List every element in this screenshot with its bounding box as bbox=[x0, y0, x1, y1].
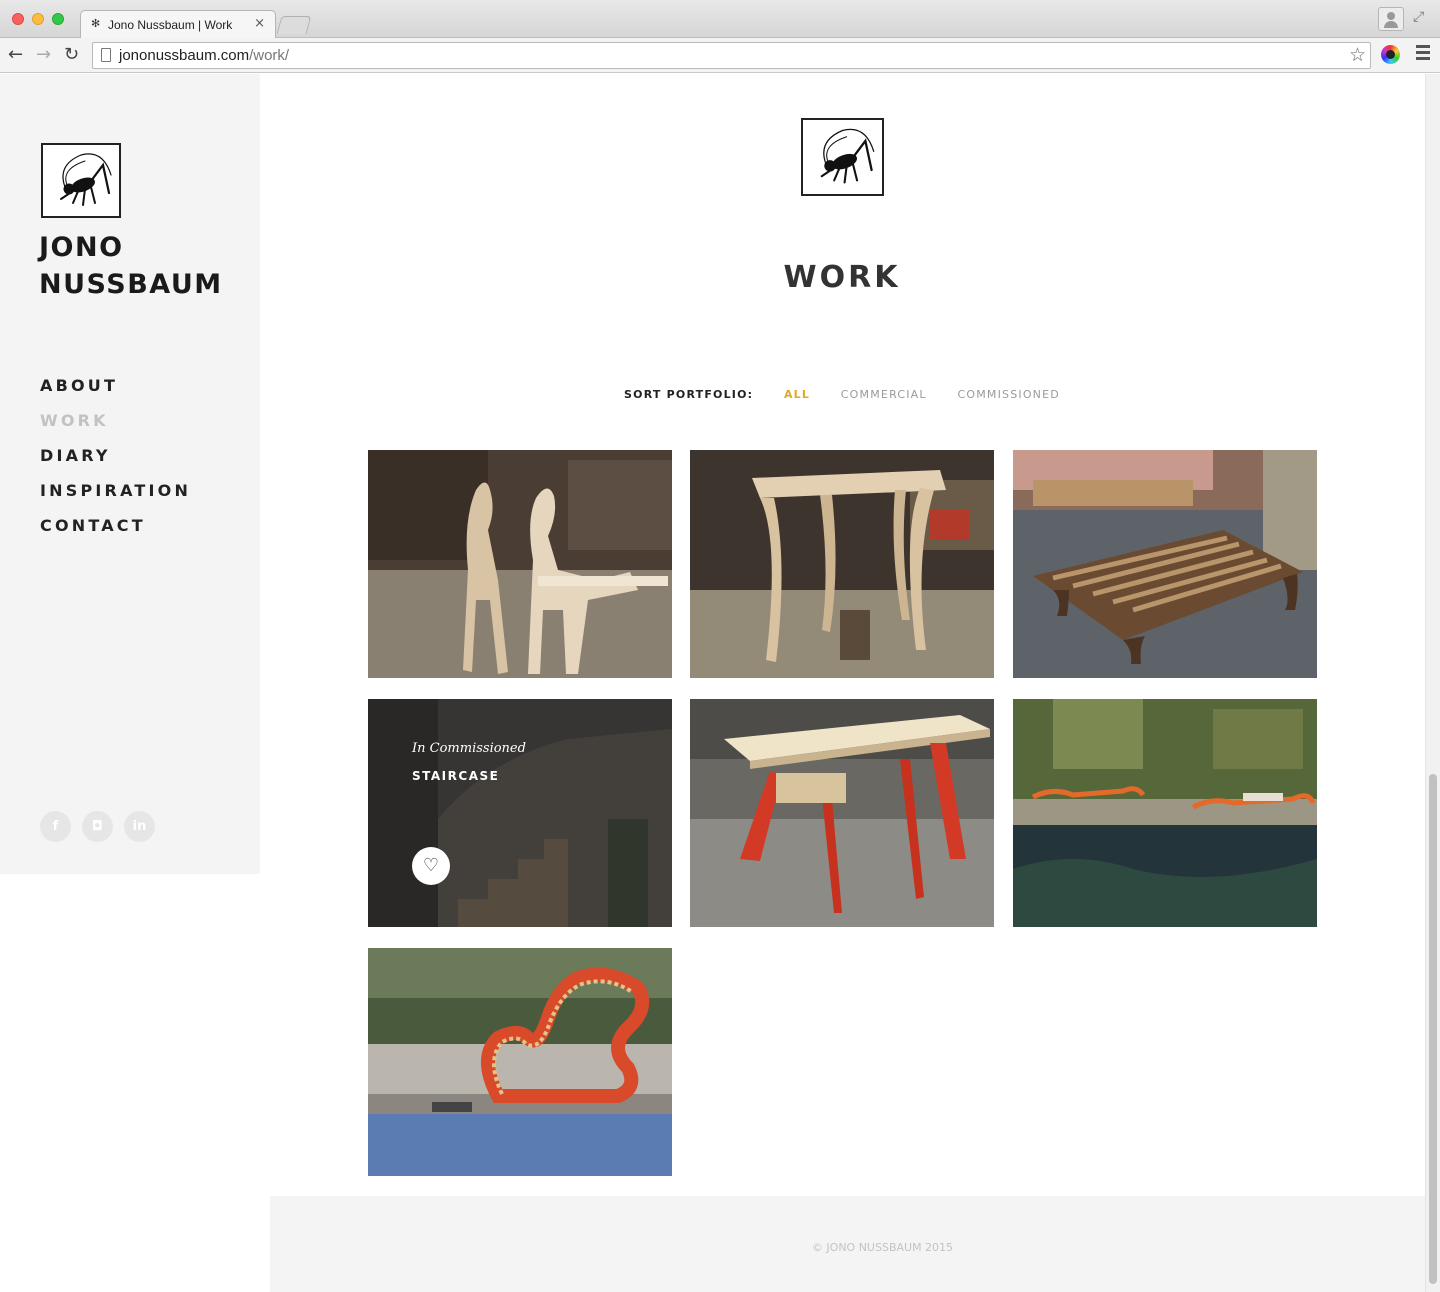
filter-all[interactable]: ALL bbox=[784, 388, 810, 401]
tab-title: Jono Nussbaum | Work bbox=[108, 18, 233, 32]
maximize-window-button[interactable] bbox=[52, 13, 64, 25]
url-text[interactable]: jononussbaum.com/work/ bbox=[119, 47, 289, 64]
filter-commercial[interactable]: COMMERCIAL bbox=[841, 388, 927, 401]
red-curved-chair-image bbox=[368, 948, 672, 1176]
portfolio-item-rocking-horses[interactable] bbox=[368, 450, 672, 678]
url-domain: jononussbaum.com bbox=[119, 47, 250, 64]
linkedin-icon[interactable]: in bbox=[124, 811, 155, 842]
portfolio-item-staircase[interactable]: In Commissioned STAIRCASE ♡ bbox=[368, 699, 672, 927]
forward-arrow-icon[interactable]: → bbox=[36, 44, 51, 65]
portfolio-grid: In Commissioned STAIRCASE ♡ bbox=[368, 450, 1318, 1178]
brand-line-1: JONO bbox=[39, 232, 124, 263]
browser-tab[interactable]: ✻ Jono Nussbaum | Work × bbox=[80, 10, 276, 38]
nav-work[interactable]: WORK bbox=[40, 409, 191, 444]
filter-commissioned[interactable]: COMMISSIONED bbox=[957, 388, 1059, 401]
browser-titlebar: ✻ Jono Nussbaum | Work × ⤢ bbox=[0, 0, 1440, 38]
nav-about[interactable]: ABOUT bbox=[40, 374, 191, 409]
console-table-image bbox=[690, 450, 994, 678]
main-navigation: ABOUT WORK DIARY INSPIRATION CONTACT bbox=[40, 374, 191, 549]
close-window-button[interactable] bbox=[12, 13, 24, 25]
portfolio-item-poolside-loungers[interactable] bbox=[1013, 699, 1317, 927]
item-title[interactable]: STAIRCASE bbox=[412, 769, 499, 783]
instagram-icon[interactable]: ◘ bbox=[82, 811, 113, 842]
copyright-text: © JONO NUSSBAUM 2015 bbox=[811, 1241, 954, 1254]
portfolio-item-red-curved-chair[interactable] bbox=[368, 948, 672, 1176]
nav-diary[interactable]: DIARY bbox=[40, 444, 191, 479]
facebook-icon[interactable]: f bbox=[40, 811, 71, 842]
rocking-horses-image bbox=[368, 450, 672, 678]
portfolio-item-console-table[interactable] bbox=[690, 450, 994, 678]
cricket-icon bbox=[60, 153, 112, 206]
nav-contact[interactable]: CONTACT bbox=[40, 514, 191, 549]
like-heart-icon[interactable]: ♡ bbox=[412, 847, 450, 885]
cricket-logo[interactable] bbox=[41, 143, 121, 218]
brand-line-2: NUSSBAUM bbox=[39, 269, 223, 300]
bookmark-star-icon[interactable]: ☆ bbox=[1349, 44, 1366, 66]
url-path: /work/ bbox=[249, 47, 290, 64]
browser-toolbar: ← → ↻ jononussbaum.com/work/ ☆ bbox=[0, 38, 1440, 73]
extension-icon[interactable] bbox=[1381, 45, 1400, 64]
cricket-icon bbox=[820, 128, 875, 184]
back-arrow-icon[interactable]: ← bbox=[8, 44, 23, 65]
fullscreen-icon[interactable]: ⤢ bbox=[1413, 9, 1424, 25]
item-category: In Commissioned bbox=[412, 741, 526, 756]
main-content: WORK SORT PORTFOLIO: ALL COMMERCIAL COMM… bbox=[270, 74, 1425, 1292]
page-scrollbar[interactable] bbox=[1425, 74, 1440, 1292]
favicon-icon: ✻ bbox=[91, 17, 101, 30]
brand-name[interactable]: JONO NUSSBAUM bbox=[39, 229, 223, 303]
page-icon bbox=[101, 48, 111, 62]
slatted-bench-image bbox=[1013, 450, 1317, 678]
red-leg-table-image bbox=[690, 699, 994, 927]
scrollbar-thumb[interactable] bbox=[1429, 774, 1437, 1284]
address-bar[interactable]: jononussbaum.com/work/ ☆ bbox=[92, 42, 1371, 69]
tab-close-icon[interactable]: × bbox=[254, 16, 265, 31]
nav-inspiration[interactable]: INSPIRATION bbox=[40, 479, 191, 514]
hover-overlay: In Commissioned STAIRCASE ♡ bbox=[368, 699, 672, 927]
sort-label: SORT PORTFOLIO: bbox=[624, 388, 754, 401]
portfolio-item-slatted-bench[interactable] bbox=[1013, 450, 1317, 678]
minimize-window-button[interactable] bbox=[32, 13, 44, 25]
profile-icon[interactable] bbox=[1378, 7, 1404, 31]
new-tab-button[interactable] bbox=[276, 16, 312, 34]
cricket-logo-center bbox=[801, 118, 884, 196]
reload-icon[interactable]: ↻ bbox=[64, 44, 79, 65]
web-page: JONO NUSSBAUM ABOUT WORK DIARY INSPIRATI… bbox=[0, 74, 1440, 1292]
menu-icon[interactable] bbox=[1416, 45, 1430, 63]
page-title: WORK bbox=[783, 260, 901, 295]
site-footer: © JONO NUSSBAUM 2015 bbox=[270, 1196, 1425, 1292]
poolside-loungers-image bbox=[1013, 699, 1317, 927]
sidebar: JONO NUSSBAUM ABOUT WORK DIARY INSPIRATI… bbox=[0, 74, 260, 874]
portfolio-item-red-leg-table[interactable] bbox=[690, 699, 994, 927]
portfolio-filter: SORT PORTFOLIO: ALL COMMERCIAL COMMISSIO… bbox=[270, 388, 1414, 401]
